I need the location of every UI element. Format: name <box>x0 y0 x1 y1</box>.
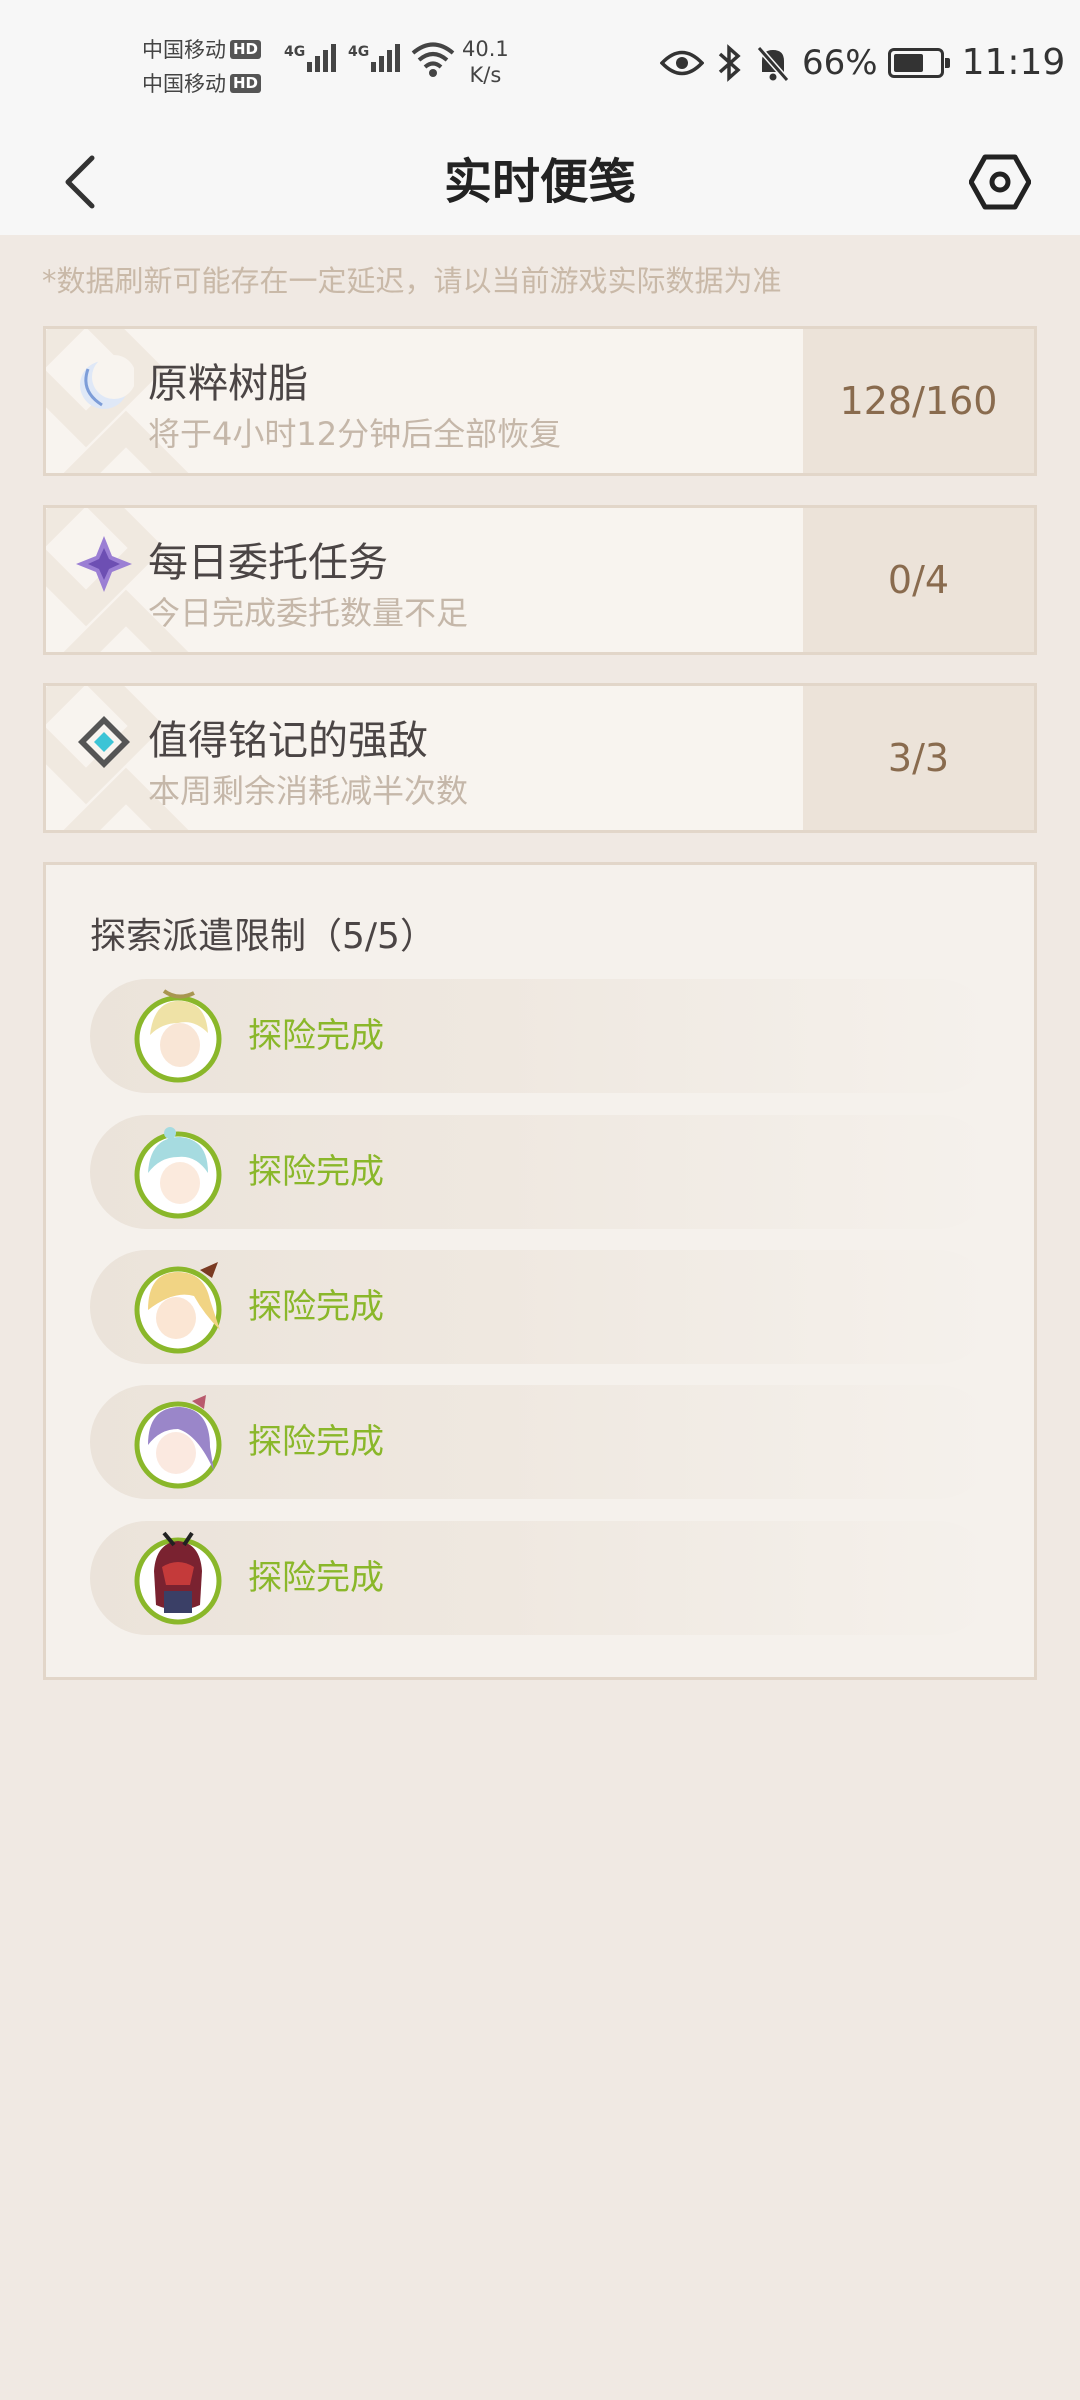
carrier-row-1: 中国移动 HD <box>142 32 262 66</box>
status-bar: 中国移动 HD 中国移动 HD 4G 4G 40.1 K/s 66% 11:19 <box>0 0 1080 130</box>
weekly-boss-card[interactable]: 值得铭记的强敌 本周剩余消耗减半次数 3/3 <box>43 683 1037 833</box>
purple-star-icon <box>76 536 132 592</box>
clock: 11:19 <box>961 42 1066 83</box>
page-title: 实时便笺 <box>443 154 636 210</box>
eye-icon <box>660 50 704 75</box>
expedition-item[interactable]: 探险完成 <box>90 979 995 1093</box>
expedition-item[interactable]: 探险完成 <box>90 1115 995 1229</box>
network-type-label-1: 4G <box>284 44 306 60</box>
bell-muted-icon <box>756 45 790 82</box>
battery-fill <box>893 53 923 72</box>
refresh-notice: *数据刷新可能存在一定延迟，请以当前游戏实际数据为准 <box>42 264 782 298</box>
card-title: 值得铭记的强敌 <box>148 718 428 764</box>
card-title: 每日委托任务 <box>148 540 388 586</box>
carrier-name-1: 中国移动 <box>142 38 226 62</box>
expedition-item[interactable]: 探险完成 <box>90 1521 995 1635</box>
battery-icon <box>887 47 950 78</box>
character-avatar-2 <box>134 1127 222 1219</box>
network-speed-value: 40.1 <box>462 37 509 61</box>
diamond-emblem-icon <box>78 716 130 768</box>
expedition-panel: 探索派遣限制（5/5） 探险完成 探险完成 探险完成 探险完成 探险完成 <box>43 862 1037 1680</box>
hd-badge-1: HD <box>230 39 262 59</box>
expedition-status: 探险完成 <box>248 1287 384 1327</box>
expedition-status: 探险完成 <box>248 1152 384 1192</box>
carrier-info: 中国移动 HD 中国移动 HD <box>142 32 262 100</box>
network-speed: 40.1 K/s <box>462 36 509 88</box>
resin-card[interactable]: 原粹树脂 将于4小时12分钟后全部恢复 128/160 <box>43 326 1037 476</box>
network-speed-unit: K/s <box>469 63 502 87</box>
daily-commission-card[interactable]: 每日委托任务 今日完成委托数量不足 0/4 <box>43 505 1037 655</box>
card-subtitle: 今日完成委托数量不足 <box>148 594 469 632</box>
expedition-status: 探险完成 <box>248 1558 384 1598</box>
character-avatar-5 <box>134 1531 222 1625</box>
card-title: 原粹树脂 <box>148 361 308 407</box>
network-type-label-2: 4G <box>348 44 370 60</box>
bluetooth-icon <box>718 43 741 82</box>
moon-resin-icon <box>80 355 134 409</box>
battery-percent: 66% <box>802 42 878 83</box>
card-subtitle: 将于4小时12分钟后全部恢复 <box>148 415 562 453</box>
expedition-title: 探索派遣限制（5/5） <box>90 916 436 957</box>
expedition-item[interactable]: 探险完成 <box>90 1385 995 1499</box>
character-avatar-1 <box>134 989 222 1083</box>
card-value: 3/3 <box>803 686 1034 830</box>
character-avatar-3 <box>134 1262 222 1354</box>
system-icons: 66% 11:19 <box>660 42 1065 83</box>
expedition-status: 探险完成 <box>248 1016 384 1056</box>
signal-icon-1: 4G <box>284 44 339 72</box>
wifi-icon <box>410 40 456 82</box>
card-subtitle: 本周剩余消耗减半次数 <box>148 772 469 810</box>
hexagon-gear-icon <box>969 154 1031 210</box>
signal-icon-2: 4G <box>348 44 403 72</box>
expedition-item[interactable]: 探险完成 <box>90 1250 995 1364</box>
card-value: 128/160 <box>803 329 1034 473</box>
carrier-row-2: 中国移动 HD <box>142 66 262 100</box>
expedition-status: 探险完成 <box>248 1422 384 1462</box>
character-avatar-4 <box>134 1395 222 1489</box>
app-header: 实时便笺 <box>0 130 1080 235</box>
hd-badge-2: HD <box>230 73 262 93</box>
carrier-name-2: 中国移动 <box>142 72 226 96</box>
settings-button[interactable] <box>956 138 1044 226</box>
card-value: 0/4 <box>803 508 1034 652</box>
